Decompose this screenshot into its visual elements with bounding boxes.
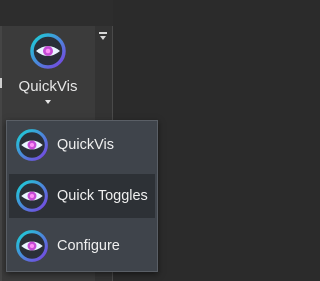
menu-item-label: QuickVis [57, 137, 114, 153]
eye-icon [15, 229, 49, 263]
quickvis-tool-label: QuickVis [18, 78, 78, 95]
quickvis-tool-button[interactable]: QuickVis [8, 32, 88, 112]
chevron-collapse-icon [99, 32, 107, 34]
menu-item-label: Configure [57, 238, 120, 254]
dropdown-caret-icon [45, 100, 51, 104]
eye-icon [15, 179, 49, 213]
eye-icon [15, 128, 49, 162]
panel-divider [0, 26, 2, 281]
chevron-down-icon [100, 36, 106, 40]
quickvis-dropdown-menu: QuickVis Quick Toggles Configure [6, 120, 158, 272]
adjacent-tool-edge [0, 78, 2, 88]
menu-item-label: Quick Toggles [57, 188, 148, 204]
menu-item-quickvis[interactable]: QuickVis [9, 123, 155, 167]
toolbar-overflow-button[interactable] [96, 30, 110, 44]
menu-item-configure[interactable]: Configure [9, 224, 155, 268]
app-window: QuickVis QuickVis Quick Toggles Configur… [0, 0, 242, 281]
eye-icon [29, 32, 67, 70]
menu-item-quick-toggles[interactable]: Quick Toggles [9, 174, 155, 218]
